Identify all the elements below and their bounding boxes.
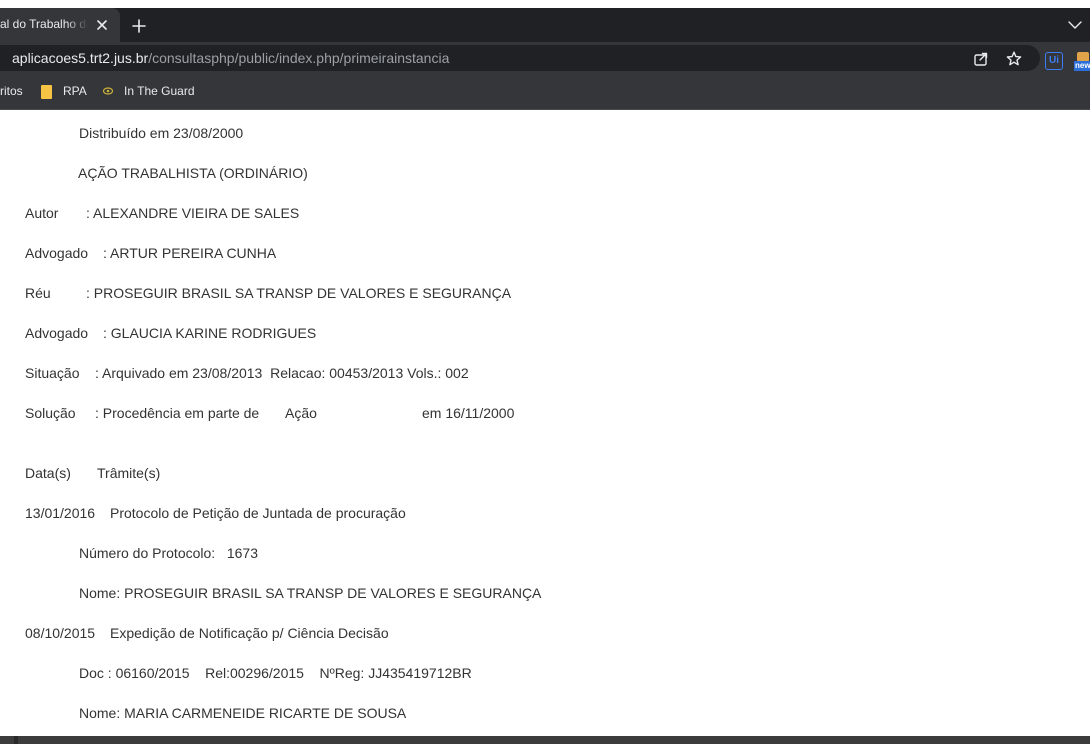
- bookmarks-bar: ritos RPA In The Guard: [0, 74, 1090, 110]
- scrollbar-edge: [14, 736, 18, 744]
- defendant-lawyer-value: : GLAUCIA KARINE RODRIGUES: [103, 325, 317, 341]
- entry-detail: Número do Protocolo: 1673: [79, 545, 258, 561]
- entry-description: Protocolo de Petição de Juntada de procu…: [110, 505, 406, 521]
- solution-date: em 16/11/2000: [422, 405, 515, 421]
- status-label: Situação: [25, 365, 80, 381]
- entry-date: 13/01/2016: [25, 505, 96, 521]
- entry-detail: Doc : 06160/2015 Rel:00296/2015 NºReg: J…: [79, 665, 472, 681]
- url-host: aplicacoes5.trt2.jus.br: [12, 50, 149, 66]
- folder-icon: [41, 85, 52, 99]
- share-icon[interactable]: [972, 50, 990, 68]
- defendant-label: Réu: [25, 285, 51, 301]
- bookmark-in-the-guard[interactable]: In The Guard: [124, 84, 195, 98]
- author-label: Autor: [25, 205, 59, 221]
- new-extension-icon[interactable]: new: [1074, 50, 1090, 72]
- author-value: : ALEXANDRE VIEIRA DE SALES: [86, 205, 300, 221]
- entry-detail: Nome: MARIA CARMENEIDE RICARTE DE SOUSA: [79, 705, 407, 721]
- status-value: : Arquivado em 23/08/2013 Relacao: 00453…: [95, 365, 469, 381]
- url-path: /consultasphp/public/index.php/primeirai…: [148, 50, 450, 66]
- lawyer-value: : ARTUR PEREIRA CUNHA: [103, 245, 277, 261]
- defendant-value: : PROSEGUIR BRASIL SA TRANSP DE VALORES …: [86, 285, 512, 301]
- entry-description: Expedição de Notificação p/ Ciência Deci…: [110, 625, 389, 641]
- window-top-edge: [0, 0, 1090, 8]
- dates-header: Data(s): [25, 465, 71, 481]
- action-type: AÇÃO TRABALHISTA (ORDINÁRIO): [78, 165, 308, 181]
- horizontal-scrollbar[interactable]: [0, 736, 1090, 744]
- defendant-lawyer-label: Advogado: [25, 325, 89, 341]
- tab-title: al do Trabalho da: [0, 17, 88, 31]
- chevron-down-icon[interactable]: [1066, 17, 1084, 33]
- close-icon[interactable]: [94, 17, 110, 33]
- tab-bar: al do Trabalho da: [0, 8, 1090, 42]
- solution-label: Solução: [25, 405, 76, 421]
- eye-icon: [103, 87, 113, 95]
- entry-date: 08/10/2015: [25, 625, 96, 641]
- distribution-date: Distribuído em 23/08/2000: [79, 125, 244, 141]
- bookmark-favorites[interactable]: ritos: [0, 84, 23, 98]
- lawyer-label: Advogado: [25, 245, 89, 261]
- extension-new-label: new: [1074, 61, 1090, 71]
- browser-toolbar: aplicacoes5.trt2.jus.br/consultasphp/pub…: [0, 42, 1090, 74]
- ui-extension-icon[interactable]: Ui: [1045, 52, 1063, 70]
- active-tab[interactable]: al do Trabalho da: [0, 8, 120, 42]
- bookmark-rpa[interactable]: RPA: [63, 84, 87, 98]
- solution-value: : Procedência em parte de: [95, 405, 260, 421]
- bookmark-star-icon[interactable]: [1005, 50, 1023, 68]
- proceedings-header: Trâmite(s): [97, 465, 161, 481]
- new-tab-plus-icon[interactable]: [130, 17, 148, 35]
- solution-action: Ação: [285, 405, 317, 421]
- url-text[interactable]: aplicacoes5.trt2.jus.br/consultasphp/pub…: [12, 50, 449, 66]
- page-content: Distribuído em 23/08/2000 AÇÃO TRABALHIS…: [0, 111, 1090, 736]
- entry-detail: Nome: PROSEGUIR BRASIL SA TRANSP DE VALO…: [79, 585, 542, 601]
- address-bar[interactable]: aplicacoes5.trt2.jus.br/consultasphp/pub…: [0, 45, 1040, 71]
